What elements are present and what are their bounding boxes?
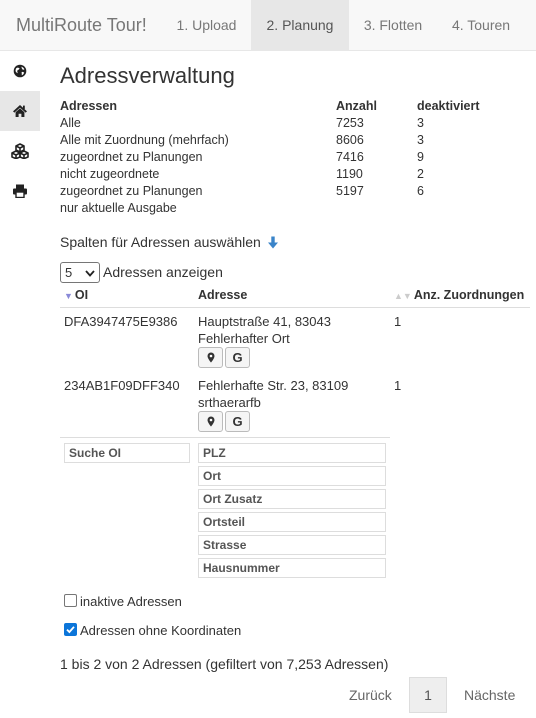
table-bottom-divider (60, 437, 390, 438)
inactive-addresses-checkbox[interactable] (64, 594, 77, 607)
summary-header-count: Anzahl (336, 99, 377, 113)
home-icon (13, 105, 27, 117)
inactive-addresses-label: inaktive Adressen (80, 594, 182, 609)
icon-rail (0, 51, 40, 211)
summary-row-label: nur aktuelle Ausgabe (60, 201, 177, 215)
arrow-down-icon (267, 236, 278, 249)
column-header-oi-label: OI (74, 288, 89, 302)
summary-row-count: 7253 (336, 116, 364, 130)
google-button[interactable]: G (225, 347, 250, 368)
summary-row-deactivated: 9 (417, 150, 424, 164)
columns-select-link[interactable]: Spalten für Adressen auswählen (60, 234, 279, 250)
page-length-value: 5 (65, 265, 73, 280)
filter-strasse-input[interactable]: Strasse (198, 535, 386, 555)
pagination-previous[interactable]: Zurück (349, 687, 392, 703)
column-header-oi[interactable]: ▼ OI (64, 288, 88, 302)
rail-item-cubes[interactable] (0, 131, 40, 171)
summary-row-deactivated: 6 (417, 184, 424, 198)
page-length-select[interactable]: 5 (60, 262, 100, 283)
no-coordinates-checkbox[interactable] (64, 623, 77, 636)
summary-row-deactivated: 3 (417, 116, 424, 130)
cell-assignments: 1 (394, 314, 402, 329)
rail-item-home[interactable] (0, 91, 40, 131)
chevron-down-icon (85, 270, 95, 277)
summary-row-label: zugeordnet zu Planungen (60, 150, 203, 164)
google-button[interactable]: G (225, 411, 250, 432)
filter-ortsteil-input[interactable]: Ortsteil (198, 512, 386, 532)
summary-row-label: nicht zugeordnete (60, 167, 160, 181)
filter-ort-input[interactable]: Ort (198, 466, 386, 486)
sort-desc-icon: ▼ (64, 291, 73, 301)
rail-item-print[interactable] (0, 171, 40, 211)
summary-header-deactivated: deaktiviert (417, 99, 480, 113)
filter-ort-zusatz-input[interactable]: Ort Zusatz (198, 489, 386, 509)
filter-hausnummer-input[interactable]: Hausnummer (198, 558, 386, 578)
summary-row-count: 7416 (336, 150, 364, 164)
print-icon (13, 184, 27, 198)
cell-address-line2: srthaerarfb (198, 395, 261, 410)
page-length-label: Adressen anzeigen (103, 264, 223, 280)
column-header-assignments[interactable]: ▲▼ Anz. Zuordnungen (394, 288, 524, 302)
summary-row-label: Alle (60, 116, 81, 130)
tab-planung[interactable]: 2. Planung (251, 0, 349, 51)
summary-header-label: Adressen (60, 99, 117, 113)
summary-row-count: 5197 (336, 184, 364, 198)
sort-both-icon: ▲▼ (394, 291, 412, 301)
tab-flotten[interactable]: 3. Flotten (349, 0, 437, 51)
google-icon: G (232, 414, 243, 429)
map-marker-button[interactable] (198, 347, 223, 368)
table-info: 1 bis 2 von 2 Adressen (gefiltert von 7,… (60, 656, 389, 672)
rail-item-globe[interactable] (0, 51, 40, 91)
cell-assignments: 1 (394, 378, 402, 393)
search-oi-input[interactable]: Suche OI (64, 443, 190, 463)
tab-upload[interactable]: 1. Upload (162, 0, 251, 51)
summary-row-count: 1190 (336, 167, 363, 181)
summary-row-deactivated: 3 (417, 133, 424, 147)
map-marker-icon (207, 352, 214, 363)
pagination-page-1[interactable]: 1 (409, 677, 447, 713)
cell-oi: DFA3947475E9386 (64, 314, 178, 329)
summary-row-label: Alle mit Zuordnung (mehrfach) (60, 133, 229, 147)
cell-oi: 234AB1F09DFF340 (64, 378, 180, 393)
cubes-icon (11, 143, 29, 159)
page-title: Adressverwaltung (60, 63, 235, 88)
globe-icon (13, 64, 27, 78)
no-coordinates-label: Adressen ohne Koordinaten (80, 623, 242, 638)
cell-address-line1: Hauptstraße 41, 83043 (198, 314, 331, 329)
column-header-assignments-label: Anz. Zuordnungen (413, 288, 525, 302)
cell-address-line1: Fehlerhafte Str. 23, 83109 (198, 378, 349, 393)
tab-touren[interactable]: 4. Touren (437, 0, 525, 51)
top-navbar: MultiRoute Tour! 1. Upload 2. Planung 3.… (0, 0, 536, 51)
summary-row-count: 8606 (336, 133, 364, 147)
summary-row-deactivated: 2 (417, 167, 424, 181)
filter-plz-input[interactable]: PLZ (198, 443, 386, 463)
header-divider (60, 307, 530, 308)
checkmark-icon (66, 626, 75, 634)
cell-address-line2: Fehlerhafter Ort (198, 331, 290, 346)
map-marker-button[interactable] (198, 411, 223, 432)
column-header-address[interactable]: Adresse (198, 288, 247, 302)
map-marker-icon (207, 416, 214, 427)
pagination-next[interactable]: Nächste (464, 687, 515, 703)
summary-row-label: zugeordnet zu Planungen (60, 184, 203, 198)
google-icon: G (232, 350, 243, 365)
columns-select-label: Spalten für Adressen auswählen (60, 234, 261, 250)
app-brand[interactable]: MultiRoute Tour! (16, 15, 147, 36)
